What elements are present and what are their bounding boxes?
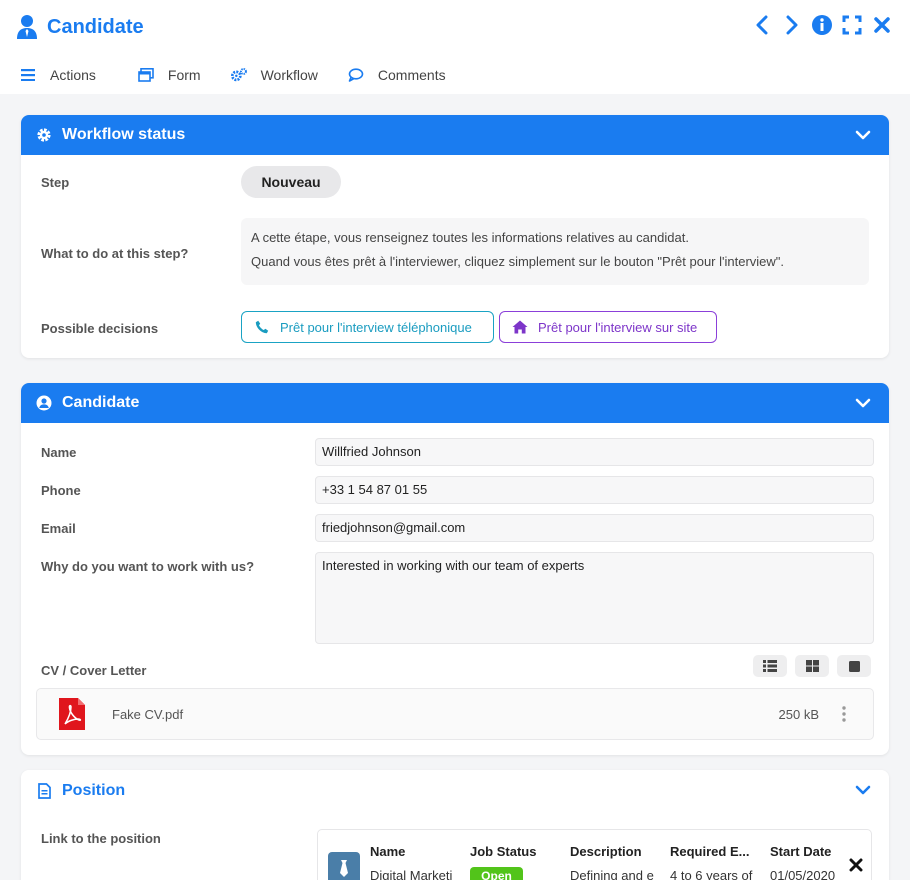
tie-icon <box>328 852 360 880</box>
column-description: Description <box>570 844 642 859</box>
cell-name: Digital Marketi <box>370 868 453 880</box>
file-name[interactable]: Fake CV.pdf <box>112 707 183 722</box>
todo-description: A cette étape, vous renseignez toutes le… <box>241 218 869 285</box>
window-header: Candidate Actions Form Workflow Comments <box>0 0 910 94</box>
position-card: Position Link to the position Name Job S… <box>21 770 889 880</box>
position-header[interactable]: Position <box>21 770 889 812</box>
step-label: Step <box>41 175 70 190</box>
menu-actions-label: Actions <box>50 67 96 83</box>
comment-icon <box>348 67 364 83</box>
large-view-icon[interactable] <box>837 655 871 677</box>
workflow-status-card: Workflow status Step Nouveau What to do … <box>21 115 889 358</box>
column-name: Name <box>370 844 406 859</box>
window-title: Candidate <box>47 15 144 38</box>
user-circle-icon <box>36 395 52 411</box>
list-view-icon[interactable] <box>753 655 787 677</box>
position-link-table[interactable]: Name Job Status Description Required E..… <box>317 829 872 880</box>
home-icon <box>512 319 528 335</box>
more-options-icon[interactable] <box>841 705 847 723</box>
decisions-label: Possible decisions <box>41 321 159 336</box>
email-field[interactable]: friedjohnson@gmail.com <box>315 514 874 542</box>
motivation-field[interactable]: Interested in working with our team of e… <box>315 552 874 644</box>
column-job-status: Job Status <box>470 844 537 859</box>
close-icon[interactable] <box>872 14 892 36</box>
menu-actions[interactable]: Actions <box>20 67 96 83</box>
cogs-icon <box>230 67 247 83</box>
fullscreen-icon[interactable] <box>842 14 862 36</box>
email-label: Email <box>41 521 76 536</box>
column-required-experience: Required E... <box>670 844 750 859</box>
pdf-file-icon <box>59 698 85 730</box>
position-title: Position <box>62 782 126 799</box>
candidate-title: Candidate <box>62 394 140 411</box>
menu-form[interactable]: Form <box>138 67 201 83</box>
chevron-down-icon[interactable] <box>855 395 871 411</box>
view-mode-buttons <box>753 655 871 677</box>
motivation-label: Why do you want to work with us? <box>41 559 255 574</box>
menu-form-label: Form <box>167 67 201 83</box>
cv-label: CV / Cover Letter <box>41 663 147 678</box>
candidate-header[interactable]: Candidate <box>21 383 889 423</box>
column-start-date: Start Date <box>770 844 832 859</box>
onsite-interview-button[interactable]: Prêt pour l'interview sur site <box>499 311 717 343</box>
position-link-label: Link to the position <box>41 831 161 846</box>
menu-workflow-label: Workflow <box>260 67 318 83</box>
chevron-down-icon[interactable] <box>855 127 871 143</box>
status-badge: Open <box>470 867 523 880</box>
title-row: Candidate <box>16 12 144 42</box>
info-icon[interactable] <box>812 14 832 36</box>
candidate-card: Candidate Name Willfried Johnson Phone +… <box>21 383 889 755</box>
todo-line-2: Quand vous êtes prêt à l'interviewer, cl… <box>251 254 785 269</box>
workflow-status-title: Workflow status <box>62 126 186 143</box>
menu-comments-label: Comments <box>377 67 446 83</box>
gear-icon <box>36 127 52 143</box>
phone-interview-button[interactable]: Prêt pour l'interview téléphonique <box>241 311 494 343</box>
remove-link-icon[interactable] <box>849 858 863 872</box>
onsite-interview-label: Prêt pour l'interview sur site <box>538 319 698 335</box>
previous-icon[interactable] <box>752 14 772 36</box>
candidate-window: Candidate Actions Form Workflow Comments… <box>0 0 910 880</box>
chevron-down-icon[interactable] <box>855 782 871 798</box>
cell-start-date: 01/05/2020 <box>770 868 836 880</box>
user-icon <box>16 14 38 40</box>
next-icon[interactable] <box>782 14 802 36</box>
name-label: Name <box>41 445 77 460</box>
cell-description: Defining and e <box>570 868 654 880</box>
form-icon <box>138 67 154 83</box>
file-size: 250 kB <box>778 707 819 722</box>
name-field[interactable]: Willfried Johnson <box>315 438 874 466</box>
todo-line-1: A cette étape, vous renseignez toutes le… <box>251 230 689 245</box>
cell-required-experience: 4 to 6 years of <box>670 868 753 880</box>
menu-workflow[interactable]: Workflow <box>230 67 318 83</box>
menu-bar: Actions Form Workflow Comments <box>20 64 476 86</box>
menu-comments[interactable]: Comments <box>348 67 446 83</box>
hamburger-icon <box>20 67 36 83</box>
file-item[interactable]: Fake CV.pdf 250 kB <box>36 688 874 740</box>
window-controls <box>752 14 892 36</box>
todo-label: What to do at this step? <box>41 246 189 261</box>
workflow-status-header[interactable]: Workflow status <box>21 115 889 155</box>
document-icon <box>36 783 52 799</box>
step-badge: Nouveau <box>241 166 341 198</box>
phone-field[interactable]: +33 1 54 87 01 55 <box>315 476 874 504</box>
phone-interview-label: Prêt pour l'interview téléphonique <box>280 319 472 335</box>
grid-view-icon[interactable] <box>795 655 829 677</box>
phone-icon <box>254 319 270 335</box>
phone-label: Phone <box>41 483 81 498</box>
